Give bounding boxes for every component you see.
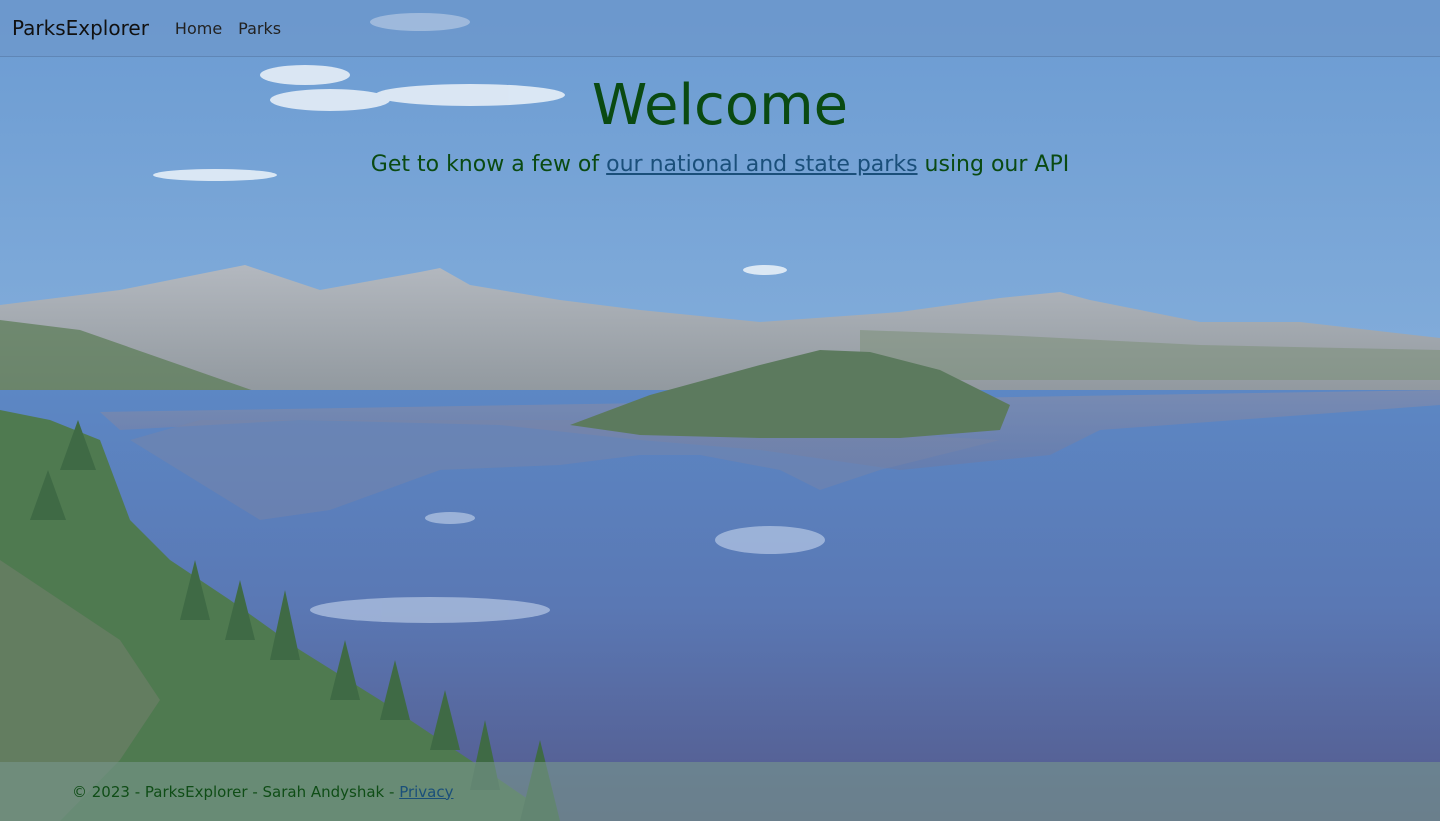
page: ParksExplorer Home Parks Welcome Get to …	[0, 0, 1440, 821]
hero-subtitle-prefix: Get to know a few of	[370, 152, 607, 177]
brand-logo-link[interactable]: ParksExplorer	[12, 16, 149, 40]
hero-subtitle: Get to know a few of our national and st…	[0, 148, 1440, 182]
hero-section: Welcome Get to know a few of our nationa…	[0, 68, 1440, 182]
nav-link-home[interactable]: Home	[167, 19, 230, 38]
hero-subtitle-suffix: using our API	[917, 152, 1070, 177]
welcome-heading: Welcome	[591, 73, 849, 138]
page-footer: © 2023 - ParksExplorer - Sarah Andyshak …	[0, 762, 1440, 821]
privacy-link[interactable]: Privacy	[399, 783, 453, 801]
nav-link-parks[interactable]: Parks	[230, 19, 289, 38]
footer-copyright: © 2023 - ParksExplorer - Sarah Andyshak …	[72, 782, 400, 801]
parks-link[interactable]: our national and state parks	[606, 152, 917, 177]
top-navbar: ParksExplorer Home Parks	[0, 0, 1440, 57]
